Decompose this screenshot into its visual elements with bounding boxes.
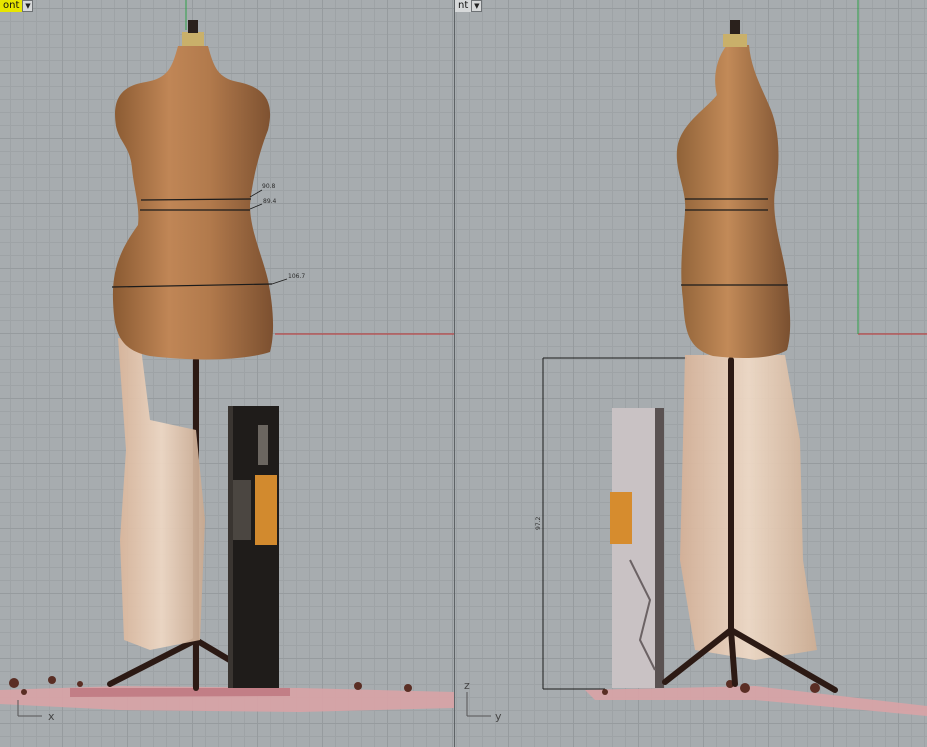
axis-label-y: y bbox=[495, 710, 502, 723]
height-dimension-label: 97.2 bbox=[535, 516, 542, 530]
neck-knob bbox=[730, 20, 740, 34]
axis-label-x: x bbox=[48, 710, 55, 723]
leader-3 bbox=[271, 278, 288, 285]
fabric-drape bbox=[680, 355, 817, 660]
front-scene: 90.8 89.4 106.7 x bbox=[0, 0, 454, 723]
neck-knob bbox=[188, 20, 198, 33]
axis-label-z: z bbox=[464, 679, 470, 692]
front-viewport[interactable]: ont ▼ 90.8 89.4 106.7 x bbox=[0, 0, 454, 747]
book-box bbox=[228, 406, 279, 688]
mannequin-torso bbox=[676, 45, 791, 358]
dimension-label-3: 106.7 bbox=[288, 273, 305, 280]
book-box bbox=[610, 408, 664, 688]
neck-cap bbox=[182, 32, 204, 46]
right-scene: 97.2 z y bbox=[464, 0, 927, 723]
dimension-label-1: 90.8 bbox=[262, 183, 276, 190]
floor-scan bbox=[585, 686, 927, 716]
floor-scan-dark bbox=[70, 688, 290, 697]
mannequin-torso bbox=[112, 46, 274, 360]
leader-1 bbox=[249, 189, 263, 198]
axis-gizmo-right bbox=[466, 692, 491, 717]
fabric-drape bbox=[118, 338, 205, 650]
right-viewport[interactable]: nt ▼ 97.2 z y bbox=[455, 0, 927, 747]
leader-2 bbox=[249, 203, 263, 210]
dimension-label-2: 89.4 bbox=[263, 198, 277, 205]
neck-cap bbox=[723, 34, 747, 47]
